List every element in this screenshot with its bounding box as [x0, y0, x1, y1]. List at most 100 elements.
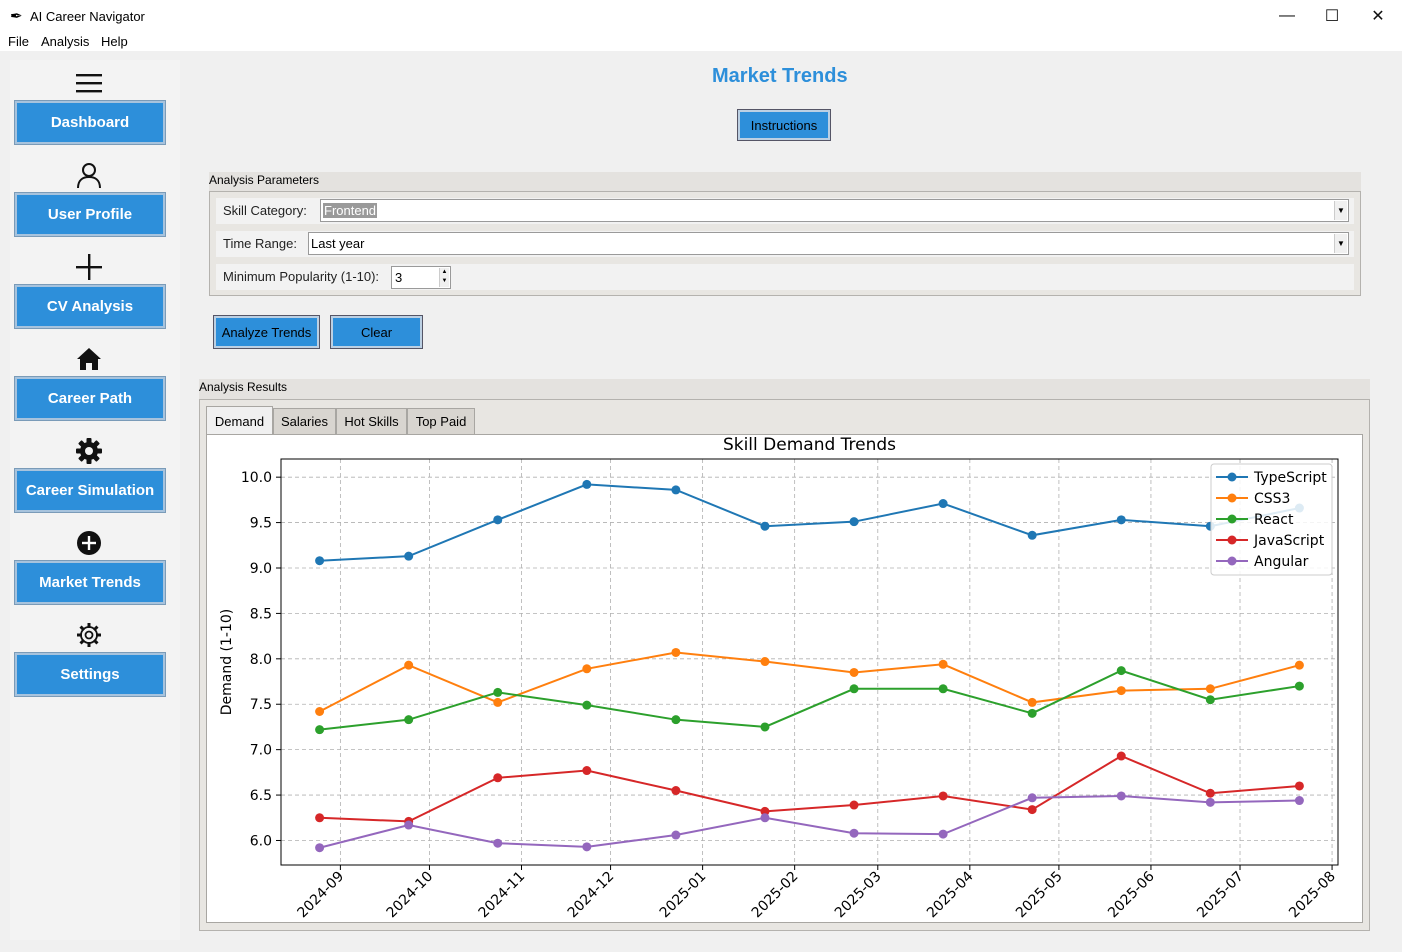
data-point	[849, 517, 859, 527]
data-point	[582, 700, 592, 710]
data-point	[404, 820, 414, 830]
x-tick-label: 2024-11	[476, 869, 529, 922]
data-point	[1294, 681, 1304, 691]
min-popularity-row: Minimum Popularity (1-10): 3 ▲ ▼	[216, 264, 1354, 290]
time-range-select[interactable]: Last year ▼	[308, 232, 1349, 255]
data-point	[315, 813, 325, 823]
data-point	[760, 521, 770, 531]
data-point	[1116, 686, 1126, 696]
minimize-icon[interactable]: —	[1264, 0, 1310, 31]
data-point	[404, 715, 414, 725]
results-title: Analysis Results	[199, 379, 1370, 399]
tab-demand[interactable]: Demand	[206, 406, 273, 435]
sidebar-item-market-trends[interactable]: Market Trends	[15, 561, 165, 604]
data-point	[671, 830, 681, 840]
user-icon	[74, 160, 104, 190]
data-point	[1205, 695, 1215, 705]
data-point	[938, 659, 948, 669]
data-point	[1294, 660, 1304, 670]
chart-title: Skill Demand Trends	[723, 435, 896, 455]
data-point	[315, 725, 325, 735]
series-line-angular	[319, 794, 1300, 849]
page-title: Market Trends	[712, 65, 848, 87]
legend-marker	[1227, 493, 1237, 503]
maximize-icon[interactable]: ☐	[1309, 0, 1355, 31]
data-point	[1116, 791, 1126, 801]
data-point	[1027, 697, 1037, 707]
y-tick-label: 7.5	[250, 697, 272, 713]
data-point	[315, 707, 325, 717]
data-point	[404, 660, 414, 670]
data-point	[938, 829, 948, 839]
legend-marker	[1227, 556, 1237, 566]
data-point	[849, 828, 859, 838]
min-popularity-spinbox[interactable]: 3 ▲ ▼	[391, 266, 451, 289]
data-point	[1116, 515, 1126, 525]
x-tick-label: 2024-12	[565, 869, 618, 922]
params-frame: Skill Category: Frontend ▼ Time Range: L…	[209, 191, 1361, 296]
menu-analysis[interactable]: Analysis	[41, 34, 89, 49]
data-point	[671, 786, 681, 796]
menu-help[interactable]: Help	[101, 34, 128, 49]
analyze-trends-button[interactable]: Analyze Trends	[214, 316, 319, 348]
x-tick-label: 2025-05	[1013, 869, 1066, 922]
x-tick-label: 2024-10	[384, 869, 437, 922]
close-icon[interactable]: ✕	[1355, 0, 1401, 31]
data-point	[493, 773, 503, 783]
skill-category-row: Skill Category: Frontend ▼	[216, 198, 1354, 224]
chevron-down-icon[interactable]: ▼	[1334, 201, 1347, 220]
skill-category-select[interactable]: Frontend ▼	[320, 199, 1349, 222]
min-popularity-value: 3	[395, 270, 403, 285]
data-point	[582, 664, 592, 674]
x-tick-label: 2025-06	[1105, 868, 1158, 921]
chevron-down-icon[interactable]: ▼	[1334, 234, 1347, 253]
y-tick-label: 9.0	[250, 561, 272, 577]
params-title: Analysis Parameters	[209, 172, 1361, 191]
plus-circle-icon	[74, 528, 104, 558]
data-point	[582, 766, 592, 776]
tab-salaries[interactable]: Salaries	[273, 408, 336, 435]
title-bar: ✒ AI Career Navigator — ☐ ✕	[0, 0, 1402, 31]
demand-chart: 6.0 6.5 7.0 7.5 8.0 8.5 9.0 9.5 10.0 2024-09 2024-…	[219, 435, 1339, 922]
x-tick-label: 2024-09	[295, 869, 348, 922]
legend-label: CSS3	[1254, 491, 1290, 507]
legend-marker	[1227, 472, 1237, 482]
data-point	[1116, 751, 1126, 761]
tab-hot-skills[interactable]: Hot Skills	[336, 408, 407, 435]
data-point	[493, 838, 503, 848]
series-line-react	[319, 669, 1300, 731]
data-point	[1027, 805, 1037, 815]
sidebar-item-user-profile[interactable]: User Profile	[15, 193, 165, 236]
data-point	[1205, 788, 1215, 798]
sidebar: Dashboard User Profile CV Analysis Caree…	[10, 60, 180, 940]
data-point	[849, 667, 859, 677]
skill-category-value: Frontend	[323, 203, 378, 218]
window-title: AI Career Navigator	[30, 9, 145, 24]
data-point	[404, 551, 414, 561]
instructions-button[interactable]: Instructions	[738, 110, 830, 140]
data-point	[671, 647, 681, 657]
tab-top-paid[interactable]: Top Paid	[407, 408, 475, 435]
data-point	[1205, 684, 1215, 694]
y-tick-label: 6.0	[250, 833, 272, 849]
legend-marker	[1227, 514, 1237, 524]
menu-file[interactable]: File	[8, 34, 29, 49]
sidebar-item-career-simulation[interactable]: Career Simulation	[15, 469, 165, 512]
sidebar-item-cv-analysis[interactable]: CV Analysis	[15, 285, 165, 328]
clear-button[interactable]: Clear	[331, 316, 422, 348]
x-tick-label: 2025-01	[657, 869, 710, 922]
time-range-row: Time Range: Last year ▼	[216, 231, 1354, 257]
sidebar-item-settings[interactable]: Settings	[15, 653, 165, 696]
menu-bar: File Analysis Help	[0, 31, 1402, 51]
hamburger-icon	[74, 68, 104, 98]
data-point	[671, 485, 681, 495]
gear-outline-icon	[74, 620, 104, 650]
data-point	[1027, 530, 1037, 540]
data-point	[315, 843, 325, 853]
x-tick-label: 2025-02	[749, 869, 802, 922]
sidebar-item-career-path[interactable]: Career Path	[15, 377, 165, 420]
chart-container: 6.0 6.5 7.0 7.5 8.0 8.5 9.0 9.5 10.0 2024-09 2024-…	[206, 434, 1363, 923]
sidebar-item-dashboard[interactable]: Dashboard	[15, 101, 165, 144]
legend-label: React	[1254, 512, 1294, 528]
spin-arrows-icon[interactable]: ▲ ▼	[439, 268, 449, 287]
